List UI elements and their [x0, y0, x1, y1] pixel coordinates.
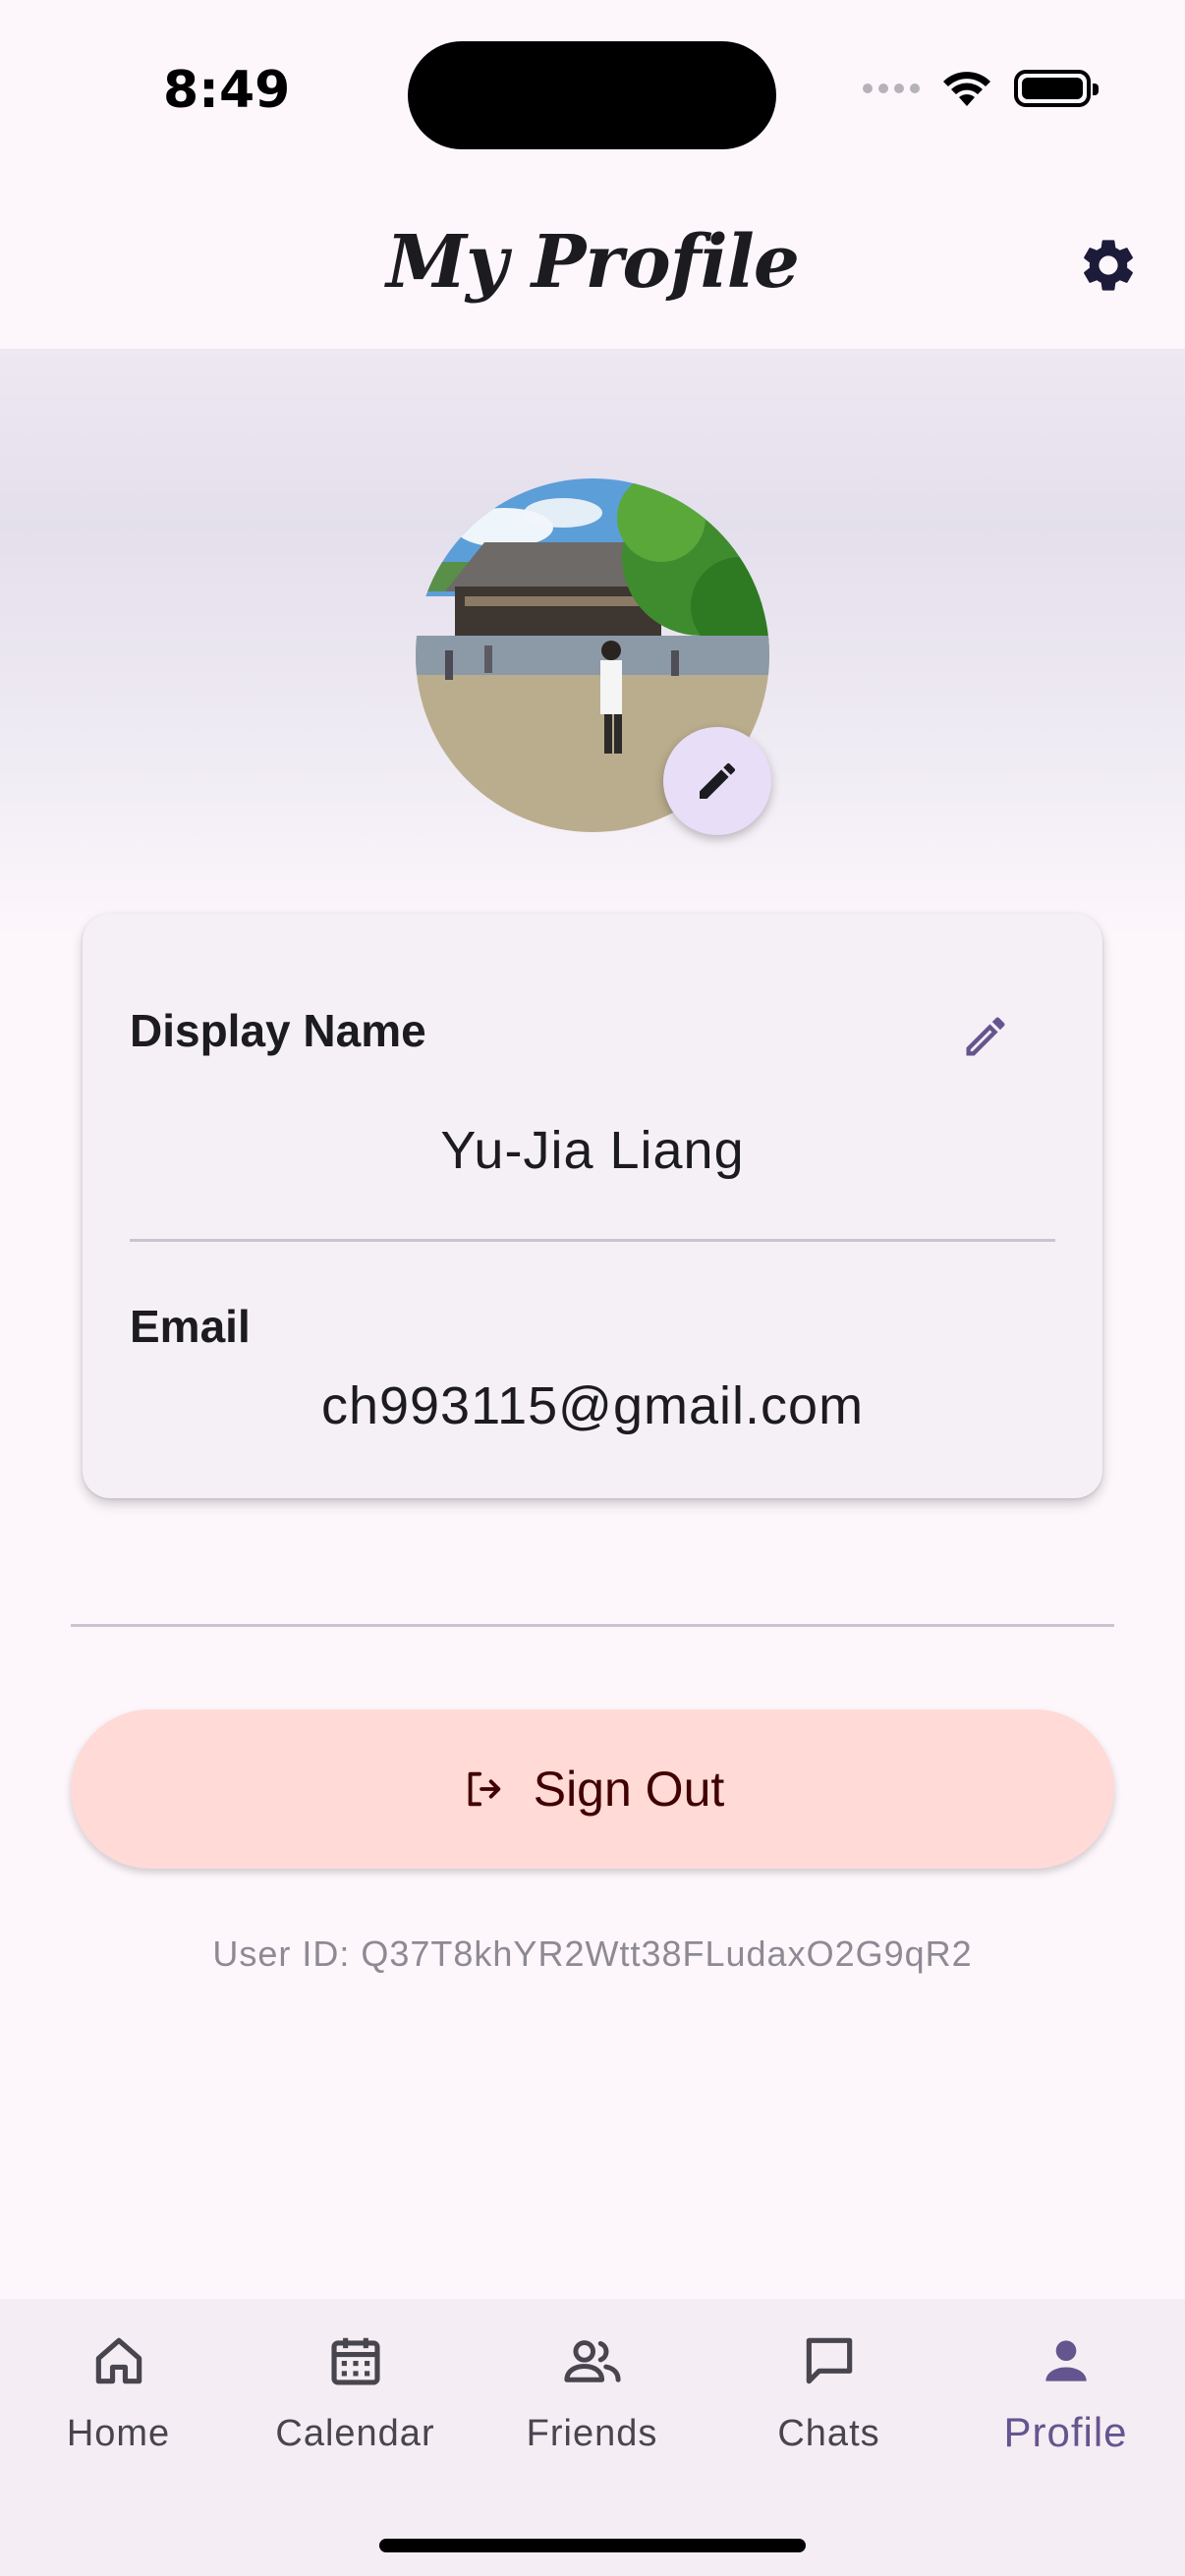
home-icon	[85, 2326, 153, 2395]
nav-label-friends: Friends	[526, 2413, 658, 2454]
nav-item-friends[interactable]: Friends	[474, 2326, 710, 2484]
email-value: ch993115@gmail.com	[320, 1376, 865, 1435]
display-name-value: Yu-Jia Liang	[440, 1121, 745, 1180]
sign-out-button[interactable]: Sign Out	[71, 1709, 1114, 1869]
person-icon	[1032, 2326, 1100, 2395]
wifi-icon	[943, 72, 990, 106]
battery-icon	[1014, 70, 1099, 107]
page-title: My Profile	[386, 220, 800, 305]
settings-button[interactable]	[1069, 226, 1148, 305]
logout-icon	[468, 1771, 500, 1807]
nav-label-calendar: Calendar	[275, 2413, 435, 2454]
nav-item-chats[interactable]: Chats	[710, 2326, 947, 2484]
status-bar: 8:49	[0, 0, 1185, 177]
sign-out-label: Sign Out	[533, 1762, 725, 1817]
card-divider	[130, 1239, 1055, 1242]
user-id-text: User ID: Q37T8khYR2Wtt38FLudaxO2G9qR2	[212, 1933, 973, 1974]
status-icons	[863, 69, 1099, 108]
bottom-navigation: Home Calendar Friends Chats Profile	[0, 2299, 1185, 2576]
calendar-icon	[321, 2326, 390, 2395]
nav-item-calendar[interactable]: Calendar	[237, 2326, 474, 2484]
edit-avatar-button[interactable]	[663, 727, 771, 835]
nav-item-profile[interactable]: Profile	[947, 2326, 1184, 2484]
display-name-label: Display Name	[130, 1005, 426, 1056]
nav-label-home: Home	[66, 2413, 171, 2454]
nav-label-chats: Chats	[777, 2413, 880, 2454]
nav-label-profile: Profile	[1003, 2409, 1128, 2455]
gear-icon	[1084, 240, 1133, 291]
cellular-signal-icon	[863, 84, 920, 93]
section-divider	[71, 1624, 1114, 1627]
edit-icon	[966, 1017, 1005, 1056]
nav-item-home[interactable]: Home	[0, 2326, 237, 2484]
edit-display-name-button[interactable]	[951, 1002, 1020, 1071]
friends-icon	[558, 2326, 627, 2395]
status-time: 8:49	[163, 61, 291, 120]
chat-icon	[795, 2326, 864, 2395]
home-indicator	[379, 2539, 806, 2552]
email-label: Email	[130, 1301, 251, 1352]
app-bar: My Profile	[0, 177, 1185, 349]
dynamic-island	[408, 41, 776, 149]
pencil-icon	[700, 762, 736, 799]
profile-info-card: Display Name Yu-Jia Liang Email ch993115…	[83, 914, 1102, 1498]
